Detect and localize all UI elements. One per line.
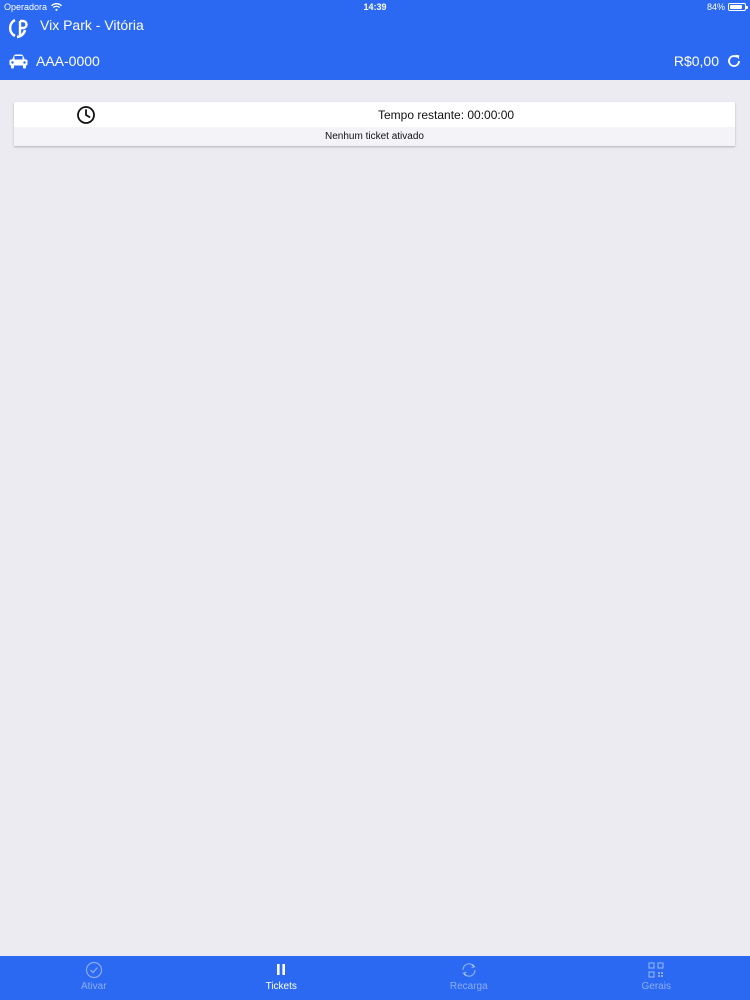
pause-icon [277, 964, 286, 975]
refresh-icon[interactable] [727, 54, 741, 68]
account-balance: R$0,00 [673, 53, 719, 69]
status-time: 14:39 [363, 2, 387, 12]
no-ticket-message: Nenhum ticket ativado [14, 127, 735, 146]
battery-icon [728, 3, 748, 11]
tab-label-ativar: Ativar [80, 981, 107, 992]
tab-gerais[interactable]: Gerais [563, 956, 750, 1000]
app-header: Operadora 14:39 84% Vix Park - Vitória A… [0, 0, 750, 80]
vehicle-selector[interactable]: AAA-0000 [9, 53, 100, 69]
ticket-card-header: Tempo restante: 00:00:00 [14, 102, 735, 127]
battery-fill [730, 5, 742, 9]
balance-area: R$0,00 [674, 53, 741, 69]
battery-indicator: 84% [706, 2, 748, 12]
tab-ativar[interactable]: Ativar [0, 956, 188, 1000]
refresh-circle-icon [462, 963, 476, 977]
app-title-row: Vix Park - Vitória [8, 16, 144, 40]
tab-tickets[interactable]: Tickets [188, 956, 376, 1000]
tab-label-tickets: Tickets [265, 981, 297, 992]
qr-code-icon [648, 962, 664, 978]
ticket-status-card: Tempo restante: 00:00:00 Nenhum ticket a… [14, 102, 735, 146]
check-circle-icon [85, 961, 102, 979]
tab-recarga[interactable]: Recarga [375, 956, 563, 1000]
car-icon [9, 54, 28, 68]
battery-percent: 84% [706, 2, 725, 12]
clock-icon [77, 106, 95, 124]
app-title: Vix Park - Vitória [40, 17, 144, 33]
vix-park-logo-icon [8, 18, 28, 39]
time-remaining: Tempo restante: 00:00:00 [378, 108, 515, 122]
tab-label-recarga: Recarga [449, 981, 488, 992]
tab-label-gerais: Gerais [641, 981, 671, 992]
vehicle-plate: AAA-0000 [36, 53, 100, 69]
status-bar: Operadora 14:39 84% [0, 0, 750, 14]
bottom-tab-bar: Ativar Tickets Recarga Gerais [0, 956, 750, 1000]
